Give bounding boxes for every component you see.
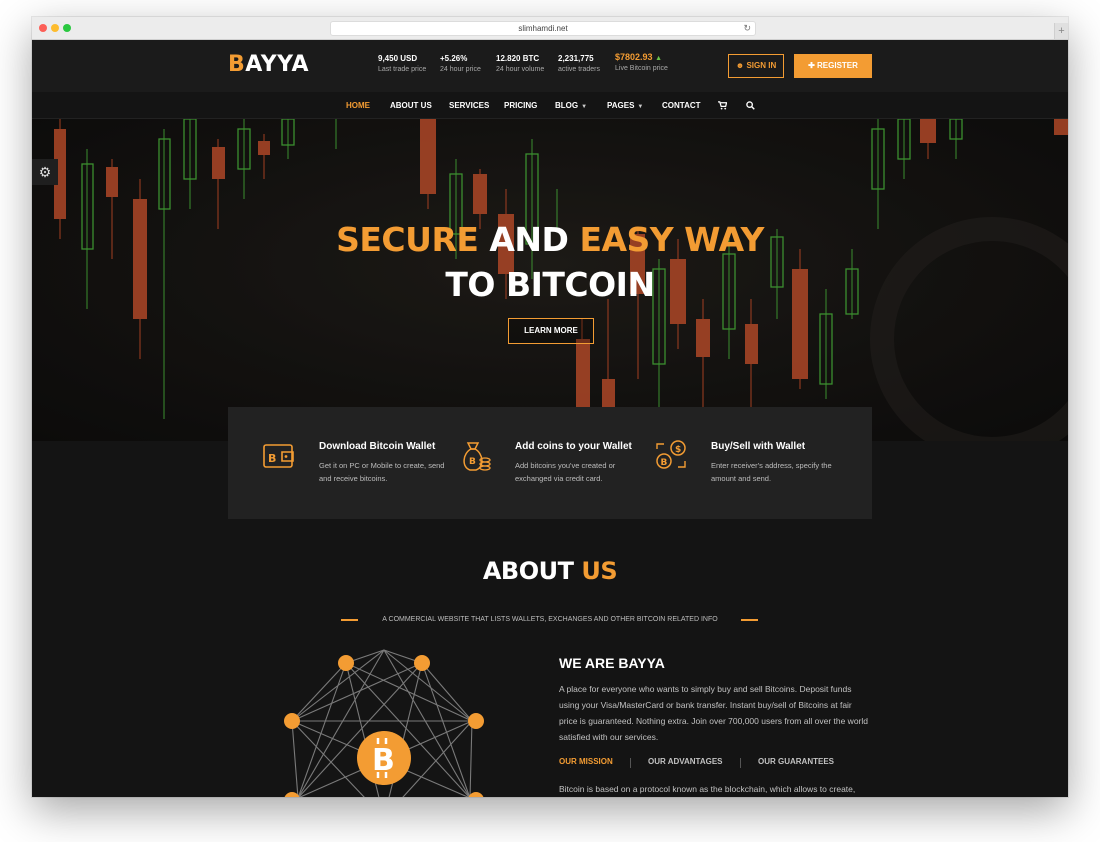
stat-last-trade: 9,450 USD Last trade price [378,54,426,73]
nav-home[interactable]: HOME [346,92,370,119]
features-box: B Download Bitcoin Wallet Get it on PC o… [228,407,872,519]
about-subtitle: A COMMERCIAL WEBSITE THAT LISTS WALLETS,… [382,616,718,623]
svg-text:B: B [469,457,476,467]
stat-value: 2,231,775 [558,54,594,63]
logo-text: AYYA [245,52,309,77]
nav-pricing[interactable]: PRICING [504,92,537,119]
stat-24h-volume: 12.820 BTC 24 hour volume [496,54,544,73]
nav-pages-label: PAGES [607,101,635,110]
nav-services[interactable]: SERVICES [449,92,489,119]
money-bag-icon: B [463,442,491,471]
stat-24h-price: +5.26% 24 hour price [440,54,481,73]
browser-chrome: slimhamdi.net ↻ + [32,17,1068,40]
feature-description: Add bitcoins you've created or exchanged… [515,461,616,483]
stat-value: 12.820 BTC [496,54,540,63]
svg-text:B: B [268,452,276,465]
hero-word-easy-way: EASY WAY [579,220,764,259]
stat-label: 24 hour volume [496,66,545,73]
tab-divider [740,758,741,768]
arrow-up-icon: ▲ [655,55,662,62]
maximize-window-button[interactable] [63,24,71,32]
stat-active-traders: 2,231,775 active traders [558,54,600,73]
register-label: REGISTER [817,61,858,70]
cart-icon[interactable] [718,92,728,119]
about-title: ABOUT US [32,557,1068,585]
reload-icon[interactable]: ↻ [743,22,751,35]
sign-in-button[interactable]: ☻ SIGN IN [728,54,784,78]
stat-label: Live Bitcoin price [615,65,668,72]
svg-text:B: B [372,743,395,778]
site-logo[interactable]: BAYYA [228,52,309,77]
stat-value: 9,450 USD [378,54,418,63]
feature-title: Download Bitcoin Wallet [319,441,436,452]
stat-live-price: $7802.93 ▲ Live Bitcoin price [615,52,668,72]
address-bar[interactable]: slimhamdi.net ↻ [330,21,756,36]
about-subtitle-right-line [741,619,758,621]
gear-icon[interactable]: ⚙ [32,159,58,185]
feature-description: Get it on PC or Mobile to create, send a… [319,461,445,483]
stat-label: Last trade price [378,66,427,73]
nav-blog[interactable]: BLOG ▼ [555,92,587,119]
feature-title: Add coins to your Wallet [515,441,632,452]
new-tab-button[interactable]: + [1054,23,1068,39]
hero-word-and: AND [478,220,580,259]
web-page: BAYYA 9,450 USD Last trade price +5.26% … [32,40,1068,797]
register-button[interactable]: ✚ REGISTER [794,54,872,78]
nav-pages[interactable]: PAGES ▼ [607,92,643,119]
browser-window: slimhamdi.net ↻ + BAYYA 9,450 USD Last t… [32,17,1068,797]
tab-our-advantages[interactable]: OUR ADVANTAGES [648,757,723,766]
main-nav: HOME ABOUT US SERVICES PRICING BLOG ▼ PAG… [32,92,1068,119]
about-title-white: ABOUT [482,557,582,585]
hero-section: ⚙ SECURE AND EASY WAY TO BITCOIN LEARN M… [32,119,1068,441]
about-tabs: OUR MISSION OUR ADVANTAGES OUR GUARANTEE… [559,757,879,771]
svg-text:B: B [661,458,668,468]
nav-blog-label: BLOG [555,101,579,110]
stat-label: active traders [558,66,601,73]
we-are-heading: WE ARE BAYYA [559,655,665,671]
bitcoin-network-graphic: B [284,649,484,797]
chevron-down-icon: ▼ [581,104,588,110]
about-paragraph: A place for everyone who wants to simply… [559,684,868,742]
mission-paragraph: Bitcoin is based on a protocol known as … [559,784,856,794]
tab-our-mission[interactable]: OUR MISSION [559,757,613,766]
tab-our-guarantees[interactable]: OUR GUARANTEES [758,757,834,766]
address-bar-url: slimhamdi.net [518,24,568,33]
nav-about-us[interactable]: ABOUT US [390,92,432,119]
learn-more-button[interactable]: LEARN MORE [508,318,594,344]
feature-description: Enter receiver's address, specify the am… [711,461,832,483]
exchange-icon: B $ [656,440,686,469]
top-bar: BAYYA 9,450 USD Last trade price +5.26% … [32,40,1068,92]
nav-contact[interactable]: CONTACT [662,92,701,119]
logo-bitcoin-b: B [228,52,246,77]
about-title-orange: US [581,557,618,585]
stat-label: 24 hour price [440,66,481,73]
hero-word-secure: SECURE [336,220,479,259]
live-price-value: $7802.93 [615,52,653,62]
hero-headline-line1: SECURE AND EASY WAY [32,220,1068,259]
chevron-down-icon: ▼ [637,104,644,110]
tab-divider [630,758,631,768]
stat-value: +5.26% [440,54,468,63]
search-icon[interactable] [746,92,755,119]
wallet-icon: B [263,444,294,468]
close-window-button[interactable] [39,24,47,32]
sign-in-label: SIGN IN [746,61,777,70]
user-icon: ☻ [735,61,745,70]
add-user-icon: ✚ [808,61,815,70]
feature-title: Buy/Sell with Wallet [711,441,806,452]
hero-headline-line2: TO BITCOIN [445,265,655,304]
svg-text:$: $ [675,445,681,455]
stat-value-live: $7802.93 ▲ [615,52,668,62]
minimize-window-button[interactable] [51,24,59,32]
